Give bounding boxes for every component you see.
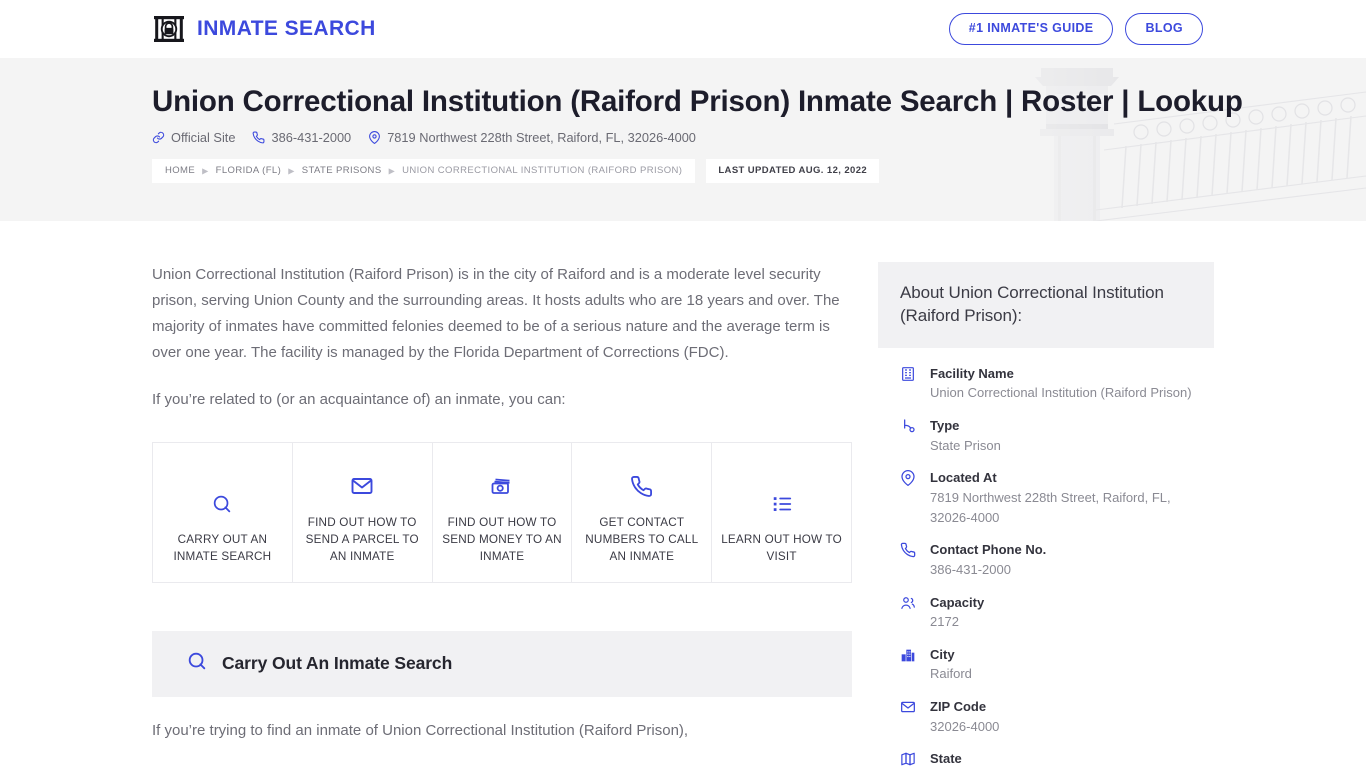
envelope-icon: [350, 474, 374, 503]
breadcrumb: HOME ▶ FLORIDA (FL) ▶ STATE PRISONS ▶ UN…: [152, 159, 696, 184]
fact-value: 7819 Northwest 228th Street, Raiford, FL…: [930, 489, 1171, 525]
page-title: Union Correctional Institution (Raiford …: [152, 85, 1243, 118]
about-panel-header: About Union Correctional Institution (Ra…: [878, 262, 1214, 348]
chevron-right-icon: ▶: [288, 166, 295, 176]
chevron-right-icon: ▶: [388, 166, 396, 176]
people-icon: [900, 593, 918, 632]
phone-icon: [630, 475, 653, 503]
hero-meta-row: Official Site 386-431-2000 7819 Northwes…: [152, 130, 1366, 145]
fact-capacity: Capacity 2172: [900, 593, 1192, 632]
hero-address-label: 7819 Northwest 228th Street, Raiford, FL…: [387, 130, 696, 146]
fact-label: Capacity: [930, 594, 985, 610]
fact-label: Type: [930, 418, 960, 434]
blog-button[interactable]: BLOG: [1125, 13, 1203, 45]
fact-located-at: Located At 7819 Northwest 228th Street, …: [900, 468, 1192, 527]
card-label: GET CONTACT NUMBERS TO CALL AN INMATE: [585, 515, 699, 563]
hero-address: 7819 Northwest 228th Street, Raiford, FL…: [368, 130, 696, 145]
fact-value: 386-431-2000: [930, 561, 1011, 577]
fact-label: Contact Phone No.: [930, 542, 1047, 558]
money-icon: [490, 474, 514, 503]
brand-name: INMATE SEARCH: [197, 17, 376, 40]
card-label: CARRY OUT AN INMATE SEARCH: [173, 532, 272, 563]
about-panel-title: About Union Correctional Institution (Ra…: [900, 283, 1164, 326]
fact-contact-phone: Contact Phone No. 386-431-2000: [900, 540, 1192, 579]
action-card-strip: CARRY OUT AN INMATE SEARCH FIND OUT HOW …: [152, 441, 852, 583]
search-icon: [186, 650, 208, 677]
map-icon: [900, 749, 918, 768]
section-paragraph: If you’re trying to find an inmate of Un…: [152, 721, 689, 739]
hero-phone-label: 386-431-2000: [271, 130, 352, 146]
fact-value: Union Correctional Institution (Raiford …: [930, 385, 1192, 401]
page-body: Union Correctional Institution (Raiford …: [0, 221, 1366, 768]
phone-icon: [900, 540, 918, 579]
card-contact-numbers[interactable]: GET CONTACT NUMBERS TO CALL AN INMATE: [572, 442, 713, 582]
breadcrumb-row: HOME ▶ FLORIDA (FL) ▶ STATE PRISONS ▶ UN…: [152, 159, 1366, 184]
hero-phone-link[interactable]: 386-431-2000: [252, 130, 351, 145]
breadcrumb-item-state-prisons[interactable]: STATE PRISONS: [302, 165, 382, 176]
building-grid-icon: [900, 364, 918, 403]
fact-zip-code: ZIP Code 32026-4000: [900, 697, 1192, 736]
brand-logo-link[interactable]: INMATE SEARCH: [152, 12, 376, 46]
top-nav-actions: #1 INMATE'S GUIDE BLOG: [948, 13, 1203, 45]
fact-value: 32026-4000: [930, 718, 1000, 734]
fact-label: Facility Name: [930, 365, 1014, 381]
fact-label: Located At: [930, 470, 997, 486]
list-icon: [771, 493, 793, 520]
card-label: FIND OUT HOW TO SEND MONEY TO AN INMATE: [442, 515, 562, 563]
breadcrumb-item-home[interactable]: HOME: [165, 165, 195, 176]
card-send-parcel[interactable]: FIND OUT HOW TO SEND A PARCEL TO AN INMA…: [292, 442, 433, 582]
card-inmate-search[interactable]: CARRY OUT AN INMATE SEARCH: [153, 442, 293, 582]
prison-padlock-icon: [152, 12, 186, 46]
search-icon: [211, 493, 233, 520]
section-title: Carry Out An Inmate Search: [222, 652, 453, 673]
section-header-inmate-search: Carry Out An Inmate Search: [152, 630, 852, 697]
chevron-right-icon: ▶: [202, 166, 209, 176]
intro-paragraph: Union Correctional Institution (Raiford …: [152, 266, 840, 361]
fact-city: City Raiford: [900, 645, 1192, 684]
inmates-guide-button[interactable]: #1 INMATE'S GUIDE: [948, 13, 1114, 45]
fact-state: State: [900, 749, 1192, 768]
map-pin-icon: [368, 131, 381, 145]
breadcrumb-item-florida[interactable]: FLORIDA (FL): [216, 165, 282, 176]
hero-banner: Union Correctional Institution (Raiford …: [0, 58, 1366, 221]
city-icon: [900, 645, 918, 684]
breadcrumb-item-current: UNION CORRECTIONAL INSTITUTION (RAIFORD …: [402, 165, 683, 177]
card-how-to-visit[interactable]: LEARN OUT HOW TO VISIT: [712, 442, 851, 582]
fact-facility-name: Facility Name Union Correctional Institu…: [900, 364, 1192, 403]
fact-label: State: [930, 751, 962, 767]
fact-value: 2172: [930, 614, 959, 630]
envelope-icon: [900, 697, 918, 736]
type-node-icon: [900, 416, 918, 455]
top-navigation-bar: INMATE SEARCH #1 INMATE'S GUIDE BLOG: [0, 0, 1366, 58]
card-send-money[interactable]: FIND OUT HOW TO SEND MONEY TO AN INMATE: [432, 442, 573, 582]
card-label: LEARN OUT HOW TO VISIT: [721, 532, 842, 563]
about-facility-panel: About Union Correctional Institution (Ra…: [878, 262, 1214, 768]
last-updated-badge: LAST UPDATED AUG. 12, 2022: [706, 159, 880, 184]
sidebar-column: About Union Correctional Institution (Ra…: [878, 262, 1214, 768]
lead-in-paragraph: If you’re related to (or an acquaintance…: [152, 390, 566, 408]
fact-label: City: [930, 646, 955, 662]
fact-value: Raiford: [930, 666, 972, 682]
about-panel-body: Facility Name Union Correctional Institu…: [878, 348, 1214, 768]
fact-label: ZIP Code: [930, 699, 987, 715]
official-site-link[interactable]: Official Site: [152, 130, 235, 145]
fact-value: State Prison: [930, 437, 1001, 453]
main-content-column: Union Correctional Institution (Raiford …: [152, 262, 852, 744]
fact-type: Type State Prison: [900, 416, 1192, 455]
card-label: FIND OUT HOW TO SEND A PARCEL TO AN INMA…: [305, 515, 419, 563]
link-icon: [152, 131, 165, 144]
map-pin-icon: [900, 468, 918, 527]
phone-icon: [252, 131, 265, 144]
official-site-label: Official Site: [171, 130, 236, 146]
